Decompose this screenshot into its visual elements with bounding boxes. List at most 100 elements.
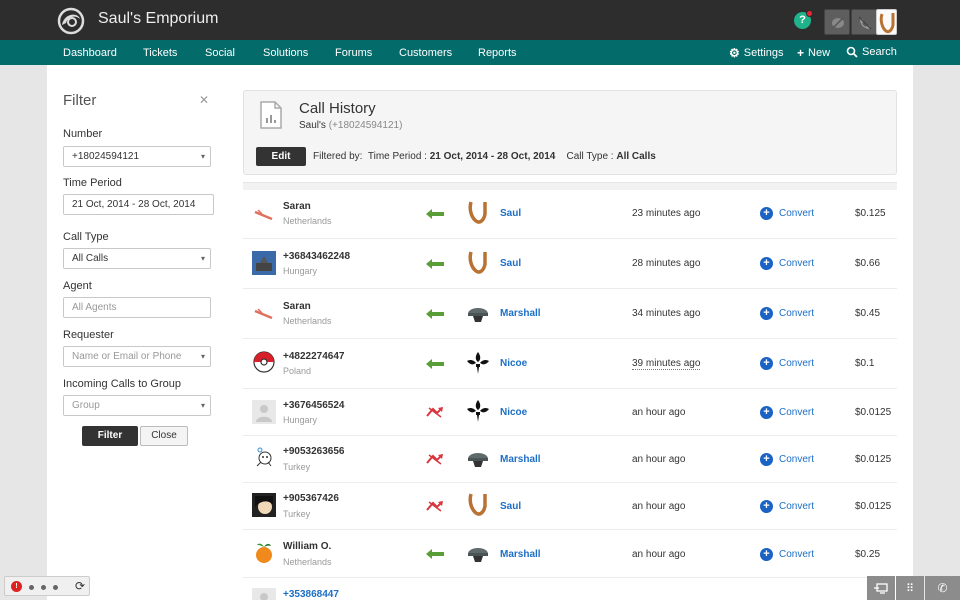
agent-name[interactable]: Nicoe bbox=[500, 358, 527, 369]
nav-reports[interactable]: Reports bbox=[478, 47, 517, 59]
missed-call-icon bbox=[426, 454, 443, 465]
dialpad-button[interactable]: ⠿ bbox=[896, 576, 924, 600]
table-row[interactable]: William O. Netherlands Marshall an hour … bbox=[243, 530, 897, 578]
missed-call-icon bbox=[426, 407, 443, 418]
convert-label: Convert bbox=[779, 454, 815, 465]
table-row[interactable]: +905367426 Turkey Saul an hour ago + Conv… bbox=[243, 483, 897, 530]
phone-button[interactable]: ✆ bbox=[925, 576, 960, 600]
table-row[interactable]: +36843462248 Hungary Saul 28 minutes ago… bbox=[243, 239, 897, 289]
caller-name[interactable]: +36843462248 bbox=[283, 251, 350, 262]
agent-avatar-icon bbox=[468, 453, 488, 467]
requester-input[interactable]: Name or Email or Phone bbox=[63, 346, 211, 367]
convert-button[interactable]: + Convert bbox=[760, 500, 814, 513]
caller-name[interactable]: Saran bbox=[283, 301, 311, 312]
report-document-icon bbox=[260, 101, 282, 129]
user-avatar-icon bbox=[879, 13, 895, 34]
nav-settings[interactable]: ⚙ Settings bbox=[729, 46, 784, 60]
table-row[interactable]: +9053263656 Turkey Marshall an hour ago … bbox=[243, 436, 897, 483]
agent-avatar-icon bbox=[467, 352, 489, 374]
call-cost: $0.45 bbox=[855, 308, 881, 319]
nav-customers[interactable]: Customers bbox=[399, 47, 452, 59]
agent-name[interactable]: Marshall bbox=[500, 308, 541, 319]
agent-input[interactable]: All Agents bbox=[63, 297, 211, 318]
convert-button[interactable]: + Convert bbox=[760, 406, 814, 419]
table-row[interactable]: Saran Netherlands Marshall 34 minutes ag… bbox=[243, 289, 897, 339]
convert-label: Convert bbox=[779, 358, 815, 369]
period-summary-value: 21 Oct, 2014 - 28 Oct, 2014 bbox=[429, 151, 556, 162]
close-button[interactable]: Close bbox=[140, 426, 188, 446]
nav-forums[interactable]: Forums bbox=[335, 47, 372, 59]
convert-button[interactable]: + Convert bbox=[760, 257, 814, 270]
caller-name[interactable]: +9053263656 bbox=[283, 446, 344, 457]
call-time: 34 minutes ago bbox=[632, 308, 701, 319]
group-select[interactable]: Group bbox=[63, 395, 211, 416]
status-dot-icon bbox=[29, 585, 34, 590]
edit-button[interactable]: Edit bbox=[256, 147, 306, 166]
agent-name[interactable]: Saul bbox=[500, 208, 521, 219]
nav-new[interactable]: + New bbox=[797, 46, 830, 60]
arrow-left-icon bbox=[426, 259, 444, 269]
call-time: 39 minutes ago bbox=[632, 358, 701, 370]
number-select[interactable]: +18024594121 bbox=[63, 146, 211, 167]
table-header bbox=[243, 182, 897, 190]
convert-button[interactable]: + Convert bbox=[760, 207, 814, 220]
caller-name[interactable]: +905367426 bbox=[283, 493, 339, 504]
chat-toggle-button[interactable] bbox=[824, 9, 850, 35]
call-cost: $0.125 bbox=[855, 208, 886, 219]
caller-name[interactable]: William O. bbox=[283, 541, 331, 552]
user-avatar[interactable] bbox=[876, 9, 897, 35]
nav-social[interactable]: Social bbox=[205, 47, 235, 59]
transfer-button[interactable] bbox=[867, 576, 895, 600]
calltype-select[interactable]: All Calls bbox=[63, 248, 211, 269]
agent-name[interactable]: Nicoe bbox=[500, 407, 527, 418]
agent-name[interactable]: Marshall bbox=[500, 549, 541, 560]
caller-name[interactable]: +353868447 bbox=[283, 589, 339, 600]
grid-icon: ⠿ bbox=[905, 583, 915, 595]
filter-summary: Filtered by: Time Period : 21 Oct, 2014 … bbox=[313, 151, 656, 162]
caller-avatar-icon bbox=[256, 543, 272, 563]
agent-name[interactable]: Saul bbox=[500, 258, 521, 269]
nav-tickets[interactable]: Tickets bbox=[143, 47, 177, 59]
period-input[interactable]: 21 Oct, 2014 - 28 Oct, 2014 bbox=[63, 194, 214, 215]
caller-country: Netherlands bbox=[283, 557, 332, 567]
convert-button[interactable]: + Convert bbox=[760, 453, 814, 466]
agent-name[interactable]: Saul bbox=[500, 501, 521, 512]
filter-title: Filter bbox=[63, 92, 97, 109]
caller-name[interactable]: +3676456524 bbox=[283, 400, 344, 411]
presence-widget[interactable]: ! ⟳ bbox=[4, 576, 90, 596]
plus-circle-icon: + bbox=[760, 453, 773, 466]
caller-country: Hungary bbox=[283, 266, 318, 276]
nav-dashboard[interactable]: Dashboard bbox=[63, 47, 117, 59]
app-logo-icon[interactable] bbox=[56, 7, 86, 35]
convert-button[interactable]: + Convert bbox=[760, 548, 814, 561]
phone-toggle-button[interactable] bbox=[851, 9, 877, 35]
refresh-icon[interactable]: ⟳ bbox=[75, 579, 85, 593]
type-summary-value: All Calls bbox=[616, 151, 656, 162]
agent-label: Agent bbox=[63, 280, 92, 292]
convert-button[interactable]: + Convert bbox=[760, 307, 814, 320]
table-row[interactable]: Saran Netherlands Saul 23 minutes ago + C… bbox=[243, 190, 897, 239]
agent-avatar-icon bbox=[468, 493, 487, 516]
caller-country: Netherlands bbox=[283, 316, 332, 326]
filter-button[interactable]: Filter bbox=[82, 426, 138, 446]
caller-name[interactable]: +4822274647 bbox=[283, 351, 344, 362]
call-cost: $0.1 bbox=[855, 358, 875, 369]
caller-name[interactable]: Saran bbox=[283, 201, 311, 212]
nav-search[interactable]: Search bbox=[846, 46, 897, 58]
nav-settings-label: Settings bbox=[743, 47, 784, 59]
plus-circle-icon: + bbox=[760, 548, 773, 561]
nav-solutions[interactable]: Solutions bbox=[263, 47, 308, 59]
close-icon[interactable]: ✕ bbox=[199, 93, 209, 107]
agent-name[interactable]: Marshall bbox=[500, 454, 541, 465]
table-row[interactable]: +3676456524 Hungary Nicoe an hour ago + C… bbox=[243, 389, 897, 436]
table-row[interactable]: +353868447 bbox=[243, 578, 897, 600]
convert-label: Convert bbox=[779, 208, 815, 219]
arrow-left-icon bbox=[426, 359, 444, 369]
app-title[interactable]: Saul's Emporium bbox=[98, 10, 218, 28]
table-row[interactable]: +4822274647 Poland Nicoe 39 minutes ago … bbox=[243, 339, 897, 389]
agent-avatar-icon bbox=[468, 308, 488, 322]
caller-country: Turkey bbox=[283, 509, 311, 519]
convert-button[interactable]: + Convert bbox=[760, 357, 814, 370]
caller-country: Hungary bbox=[283, 415, 318, 425]
arrow-left-icon bbox=[426, 549, 444, 559]
